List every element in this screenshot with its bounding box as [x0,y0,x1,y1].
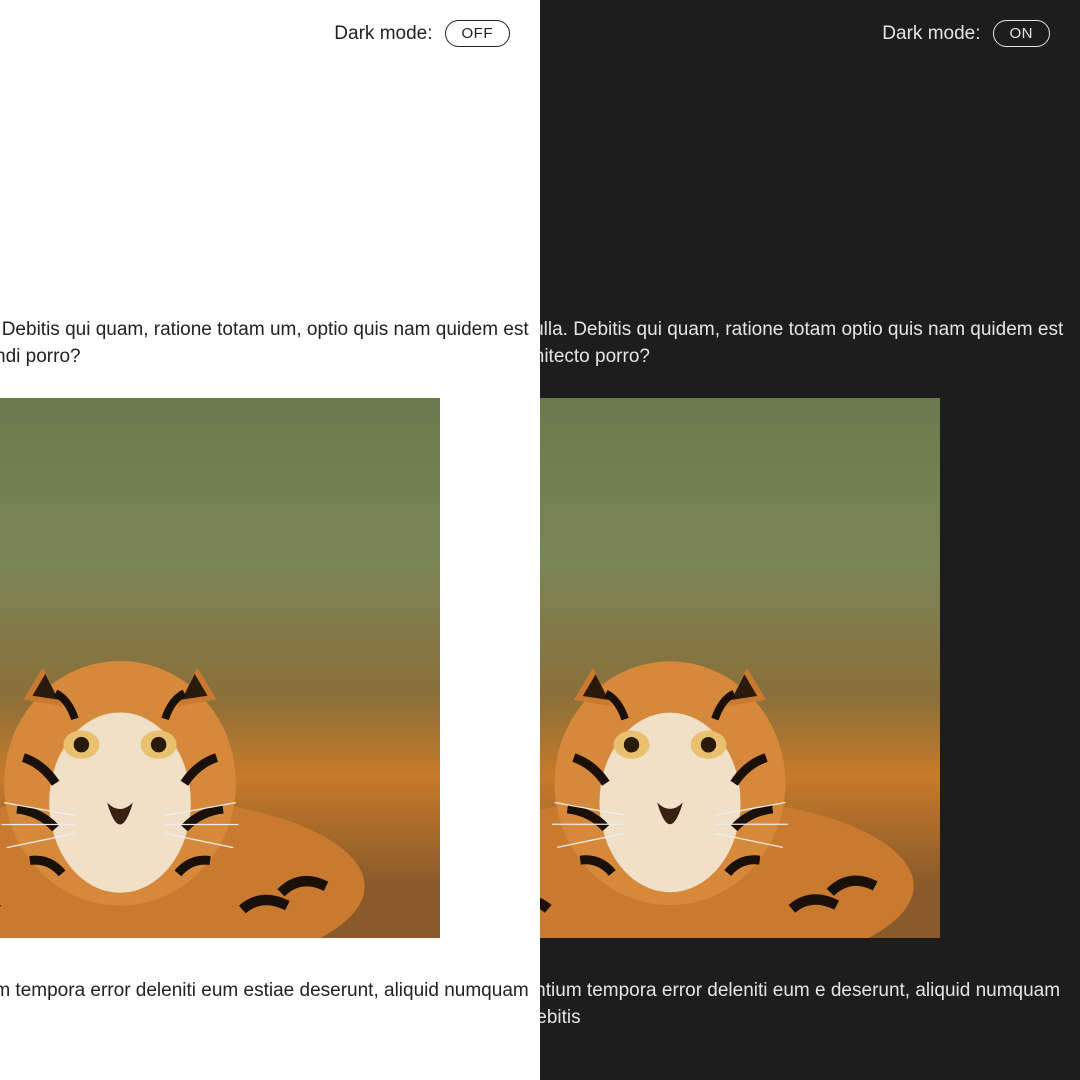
image-caption: elit. Tenetur, laudantium. [0,257,540,275]
paragraph-2: pisicing elit. Praesentium tempora error… [0,978,540,1031]
paragraph-1: cing elit. Eius, nulla. Debitis qui quam… [540,317,1080,370]
light-mode-pane: Dark mode: OFF elit. Tenetur, laudantium… [0,0,540,1080]
tiger-image [540,398,940,938]
paragraph-2: cing elit. Praesentium tempora error del… [540,978,1080,1031]
tiger-image [0,398,440,938]
dark-mode-toggle[interactable]: ON [993,20,1051,47]
paragraph-1: pisicing elit. Eius, nulla. Debitis qui … [0,317,540,370]
tiger-illustration [540,603,927,938]
dark-header: Dark mode: ON [540,0,1080,47]
dark-mode-label: Dark mode: [334,23,432,45]
image-caption: enetur, laudantium. [540,257,1080,275]
dark-mode-toggle[interactable]: OFF [445,20,511,47]
light-header: Dark mode: OFF [0,0,540,47]
tiger-illustration [0,603,424,938]
dark-content: enetur, laudantium. cing elit. Eius, nul… [540,257,1080,1031]
dark-mode-pane: Dark mode: ON enetur, laudantium. cing e… [540,0,1080,1080]
dark-mode-label: Dark mode: [882,23,980,45]
light-content: elit. Tenetur, laudantium. pisicing elit… [0,257,540,1031]
